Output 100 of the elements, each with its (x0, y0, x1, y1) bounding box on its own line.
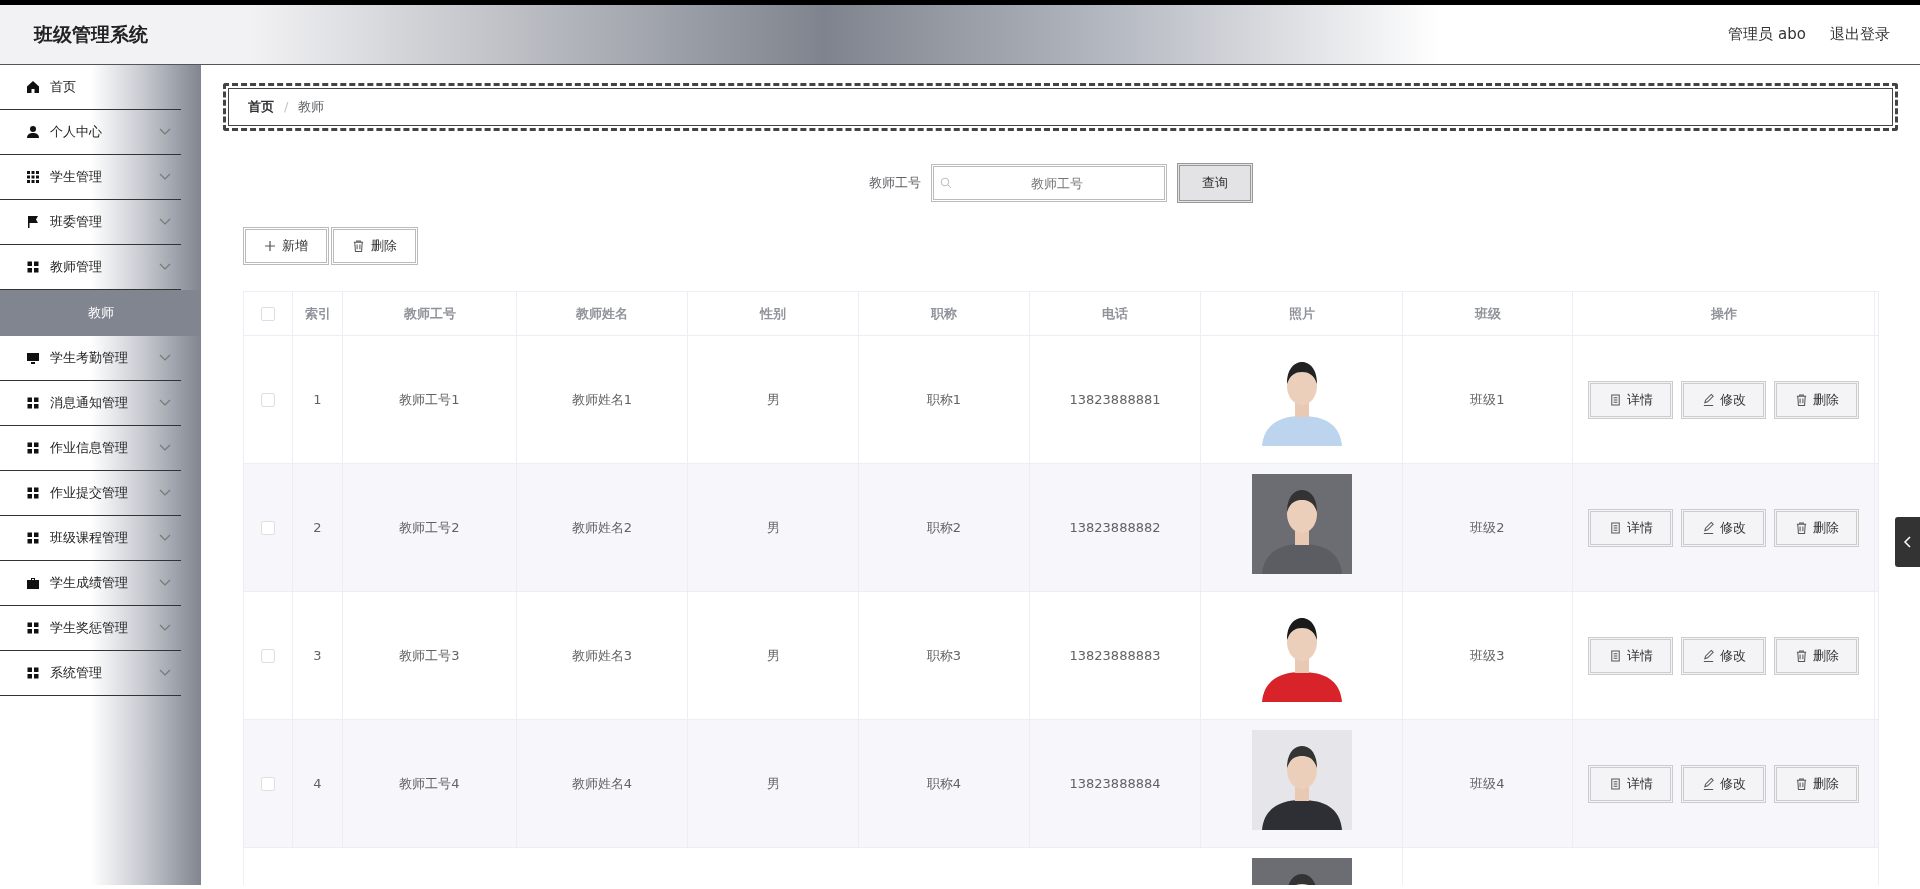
details-button[interactable]: 详情 (1588, 508, 1673, 547)
edit-button[interactable]: 修改 (1681, 636, 1766, 675)
table-cell-text: 男 (766, 518, 780, 537)
menu-item[interactable]: 学生成绩管理 (0, 561, 181, 606)
table-cell-text: 职称4 (926, 774, 962, 793)
grid-icon (26, 531, 40, 545)
table-cell-text: 职称1 (926, 390, 962, 409)
table-cell-text: 4 (313, 774, 322, 793)
column-header: 教师工号 (403, 304, 456, 323)
table-cell-text: 男 (766, 774, 780, 793)
chevron-down-icon (159, 128, 171, 136)
details-button[interactable]: 详情 (1588, 764, 1673, 803)
menu-item[interactable]: 消息通知管理 (0, 381, 181, 426)
chevron-down-icon (159, 669, 171, 677)
grid-icon (26, 441, 40, 455)
monitor-icon (26, 351, 40, 365)
query-button[interactable]: 查询 (1176, 163, 1253, 203)
edit-button[interactable]: 修改 (1681, 764, 1766, 803)
document-icon (1608, 392, 1622, 407)
table-cell-text: 13823888881 (1069, 390, 1161, 409)
delete-button[interactable]: 删除 (1774, 380, 1859, 419)
logout-link[interactable]: 退出登录 (1830, 23, 1890, 46)
plus-icon (264, 240, 276, 252)
menu-item[interactable]: 学生管理 (0, 155, 181, 200)
trash-icon (352, 239, 365, 253)
pencil-icon (1701, 776, 1715, 791)
menu-item[interactable]: 学生考勤管理 (0, 336, 181, 381)
collapse-tab[interactable] (1895, 517, 1920, 567)
chevron-down-icon (159, 399, 171, 407)
flag-icon (26, 215, 40, 229)
pencil-icon (1701, 392, 1715, 407)
trash-icon (1794, 392, 1808, 407)
column-header: 照片 (1288, 304, 1315, 323)
menu-item[interactable]: 班委管理 (0, 200, 181, 245)
chevron-down-icon (159, 263, 171, 271)
add-button[interactable]: 新增 (243, 227, 329, 265)
pencil-icon (1701, 648, 1715, 663)
details-button[interactable]: 详情 (1588, 636, 1673, 675)
delete-button[interactable]: 删除 (1774, 508, 1859, 547)
table-cell-text: 班级1 (1470, 390, 1505, 409)
table-cell-text: 教师姓名1 (571, 390, 633, 409)
row-checkbox[interactable] (261, 520, 275, 535)
grid-icon (26, 621, 40, 635)
trash-icon (1794, 776, 1808, 791)
delete-button[interactable]: 删除 (331, 227, 418, 265)
grid-icon (26, 486, 40, 500)
chevron-down-icon (159, 218, 171, 226)
table-cell-text: 教师工号4 (399, 774, 460, 793)
trash-icon (1794, 520, 1808, 535)
chevron-down-icon (159, 624, 171, 632)
chevron-down-icon (159, 173, 171, 181)
grid-icon (26, 260, 40, 274)
submenu-item[interactable]: 教师 (0, 290, 201, 336)
select-all-checkbox[interactable] (261, 306, 275, 321)
menu-item[interactable]: 系统管理 (0, 651, 181, 696)
breadcrumb-link[interactable]: 首页 (248, 97, 274, 117)
document-icon (1608, 776, 1622, 791)
chevron-down-icon (159, 354, 171, 362)
search-field[interactable]: 教师工号 (930, 164, 1167, 202)
column-header: 索引 (304, 304, 331, 323)
search-icon (939, 177, 952, 189)
app-title: 班级管理系统 (34, 22, 148, 48)
details-button[interactable]: 详情 (1588, 380, 1673, 419)
table-cell-text: 男 (766, 390, 780, 409)
briefcase-icon (26, 576, 40, 590)
chevron-down-icon (159, 579, 171, 587)
column-header: 教师姓名 (576, 304, 628, 323)
grid-icon (26, 170, 40, 184)
document-icon (1608, 648, 1622, 663)
row-checkbox[interactable] (261, 392, 275, 407)
menu-item[interactable]: 学生奖惩管理 (0, 606, 181, 651)
table-cell-text: 2 (313, 518, 322, 537)
menu-item[interactable]: 个人中心 (0, 110, 181, 155)
table-cell-text: 职称2 (926, 518, 962, 537)
chevron-left-icon (1902, 536, 1913, 548)
breadcrumb-separator: / (284, 98, 289, 117)
delete-button[interactable]: 删除 (1774, 764, 1859, 803)
grid-icon (26, 666, 40, 680)
menu-item[interactable]: 首页 (0, 65, 181, 110)
row-checkbox[interactable] (261, 776, 275, 791)
menu-item[interactable]: 作业信息管理 (0, 426, 181, 471)
menu-item[interactable]: 作业提交管理 (0, 471, 181, 516)
table-cell-text: 职称3 (926, 646, 962, 665)
grid-icon (26, 396, 40, 410)
table-cell-text: 教师姓名2 (571, 518, 633, 537)
menu-item[interactable]: 班级课程管理 (0, 516, 181, 561)
chevron-down-icon (159, 444, 171, 452)
table-cell-text: 13823888883 (1069, 646, 1161, 665)
home-icon (26, 80, 40, 94)
row-checkbox[interactable] (261, 648, 275, 663)
table-cell-text: 班级2 (1470, 518, 1505, 537)
user-icon (26, 125, 40, 139)
edit-button[interactable]: 修改 (1681, 508, 1766, 547)
edit-button[interactable]: 修改 (1681, 380, 1766, 419)
delete-button[interactable]: 删除 (1774, 636, 1859, 675)
table-cell-text: 3 (313, 646, 322, 665)
table-cell-text: 教师姓名4 (571, 774, 633, 793)
column-header: 操作 (1710, 304, 1737, 323)
table-cell-text: 班级4 (1470, 774, 1505, 793)
table-cell-text: 教师工号1 (399, 390, 460, 409)
